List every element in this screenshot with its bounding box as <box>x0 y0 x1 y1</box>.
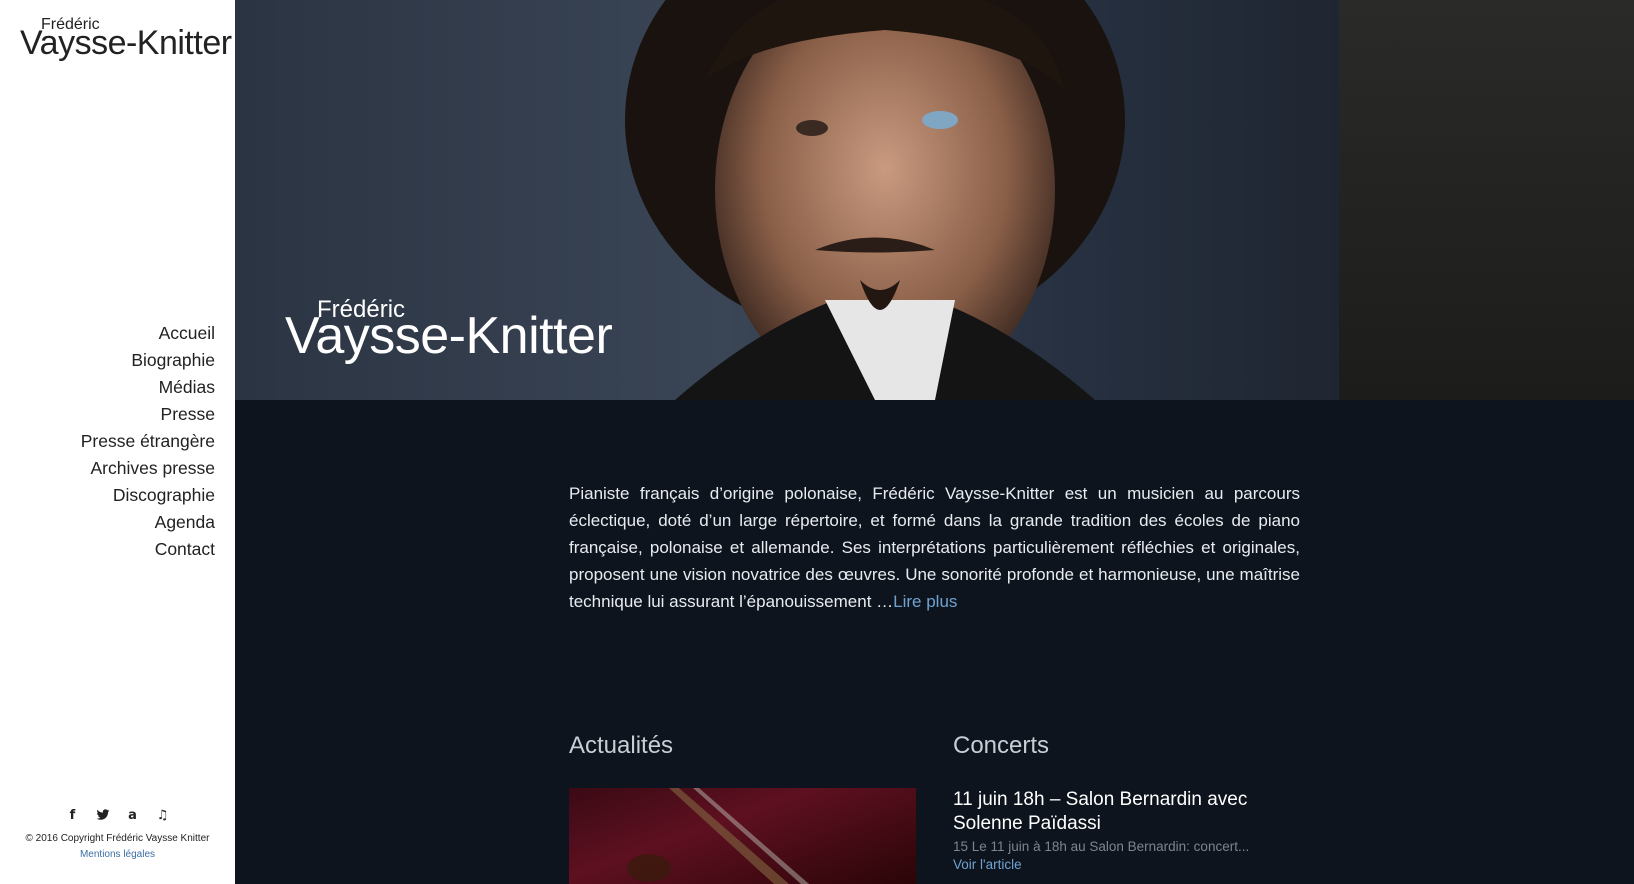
concert-item: 11 juin 18h – Salon Bernardin avec Solen… <box>953 788 1313 872</box>
sidebar: Frédéric Vaysse-Knitter Accueil Biograph… <box>0 0 235 884</box>
concert-read-link[interactable]: Voir l'article <box>953 857 1313 872</box>
news-thumbnail[interactable] <box>569 788 916 884</box>
hero-last-name: Vaysse-Knitter <box>285 307 613 365</box>
twitter-icon[interactable] <box>95 808 111 824</box>
nav-item-accueil[interactable]: Accueil <box>81 320 215 347</box>
legal-link[interactable]: Mentions légales <box>0 849 235 860</box>
nav-item-biographie[interactable]: Biographie <box>81 347 215 374</box>
concert-title[interactable]: 11 juin 18h – Salon Bernardin avec Solen… <box>953 788 1313 836</box>
nav-item-presse-etrangere[interactable]: Presse étrangère <box>81 428 215 455</box>
hero-banner: Frédéric Vaysse-Knitter <box>235 0 1634 400</box>
news-section-title: Actualités <box>569 732 674 759</box>
intro-paragraph: Pianiste français d’origine polonaise, F… <box>569 480 1300 615</box>
amazon-icon[interactable]: a <box>125 808 141 824</box>
concert-excerpt: 15 Le 11 juin à 18h au Salon Bernardin: … <box>953 839 1250 854</box>
concerts-section-title: Concerts <box>953 732 1050 759</box>
logo-last-name: Vaysse-Knitter <box>20 24 232 62</box>
facebook-icon[interactable]: f <box>65 808 81 824</box>
main-nav: Accueil Biographie Médias Presse Presse … <box>81 320 215 563</box>
nav-item-contact[interactable]: Contact <box>81 536 215 563</box>
read-more-link[interactable]: Lire plus <box>893 592 957 611</box>
nav-item-discographie[interactable]: Discographie <box>81 482 215 509</box>
nav-item-agenda[interactable]: Agenda <box>81 509 215 536</box>
copyright-text: © 2016 Copyright Frédéric Vaysse Knitter <box>25 833 210 844</box>
site-logo[interactable]: Frédéric Vaysse-Knitter <box>20 16 232 66</box>
nav-item-presse[interactable]: Presse <box>81 401 215 428</box>
nav-item-medias[interactable]: Médias <box>81 374 215 401</box>
music-icon[interactable]: ♫ <box>155 808 171 824</box>
social-links: f a ♫ <box>0 808 235 824</box>
nav-item-archives-presse[interactable]: Archives presse <box>81 455 216 482</box>
